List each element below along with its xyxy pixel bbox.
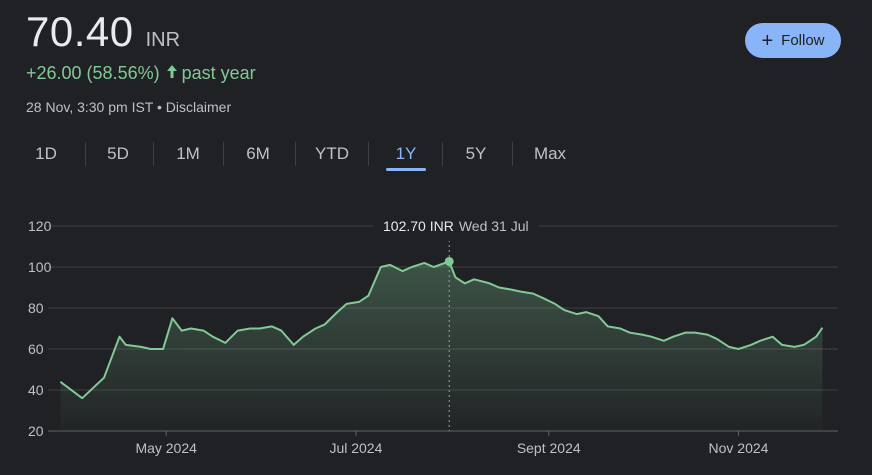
x-axis: May 2024 Jul 2024 Sept 2024 Nov 2024 — [48, 430, 838, 456]
tooltip-price: 102.70 INR — [383, 218, 454, 234]
price-area — [60, 261, 823, 431]
x-tick-label: Sept 2024 — [517, 440, 581, 456]
y-tick-label: 120 — [28, 218, 52, 234]
y-tick-label: 20 — [28, 423, 44, 439]
hover-point — [444, 256, 454, 266]
x-tick-label: May 2024 — [135, 440, 197, 456]
x-tick-label: Jul 2024 — [329, 440, 382, 456]
price-tooltip: 102.70 INR Wed 31 Jul — [373, 211, 539, 241]
y-tick-label: 40 — [28, 382, 44, 398]
x-tick-label: Nov 2024 — [709, 440, 769, 456]
y-tick-label: 80 — [28, 300, 44, 316]
tooltip-date: Wed 31 Jul — [458, 218, 529, 234]
y-tick-label: 100 — [28, 259, 52, 275]
y-tick-label: 60 — [28, 341, 44, 357]
y-axis: 120 100 80 60 40 20 — [28, 218, 52, 439]
